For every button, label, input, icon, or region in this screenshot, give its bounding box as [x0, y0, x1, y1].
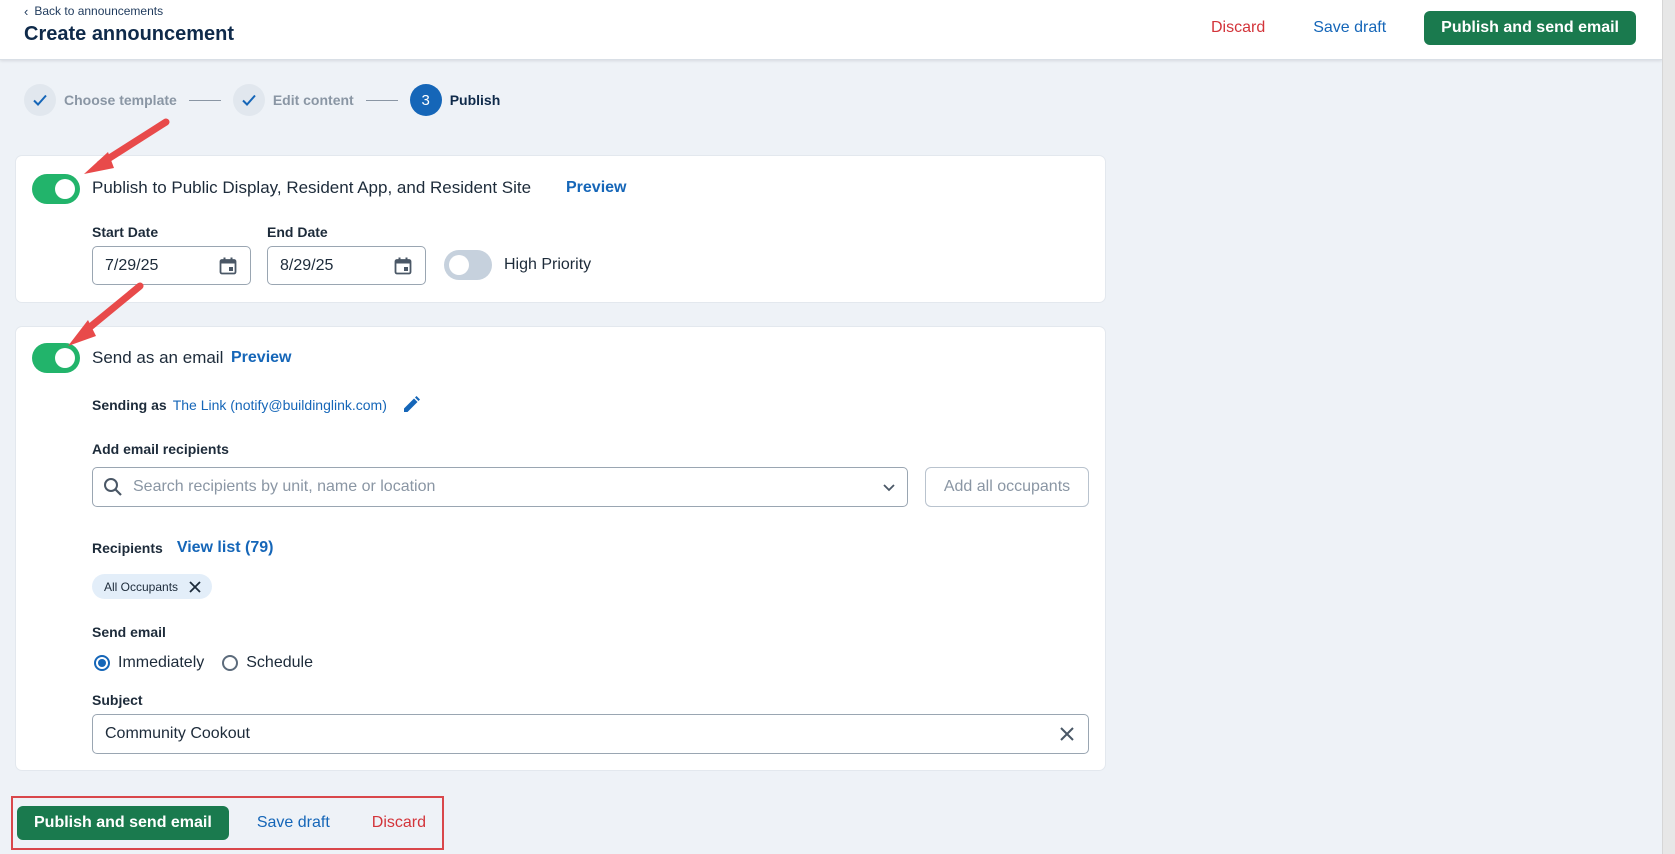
close-icon[interactable] [188, 580, 202, 594]
step-label: Choose template [64, 92, 177, 108]
radio-label: Immediately [118, 654, 205, 671]
radio-immediately[interactable]: Immediately [94, 654, 204, 672]
page-scrollbar[interactable] [1662, 0, 1675, 854]
back-link-label: Back to announcements [34, 4, 164, 18]
search-placeholder: Search recipients by unit, name or locat… [133, 478, 436, 495]
pencil-icon[interactable] [401, 395, 421, 415]
subject-value: Community Cookout [105, 725, 250, 742]
chip-label: All Occupants [104, 579, 179, 594]
discard-button[interactable]: Discard [362, 806, 436, 840]
sending-as: Sending as The Link (notify@buildinglink… [92, 395, 421, 415]
check-icon [24, 84, 56, 116]
step-label: Edit content [272, 92, 354, 108]
add-all-occupants-button[interactable]: Add all occupants [925, 467, 1089, 507]
start-date-input[interactable]: 7/29/25 [92, 246, 251, 285]
chevron-left-icon: ‹ [24, 3, 29, 19]
high-priority-toggle[interactable] [444, 250, 492, 280]
search-icon [104, 478, 122, 496]
recipient-chip: All Occupants [92, 574, 213, 599]
send-email-options: Immediately Schedule [94, 654, 313, 672]
publish-toggle[interactable] [32, 174, 80, 204]
save-draft-button[interactable]: Save draft [247, 806, 340, 840]
radio-dot [222, 655, 239, 671]
end-date-label: End Date [267, 224, 328, 240]
step-number: 3 [409, 84, 442, 116]
end-date-value: 8/29/25 [280, 256, 334, 274]
view-list-link[interactable]: View list (79) [177, 539, 274, 557]
recipients-search-input[interactable]: Search recipients by unit, name or locat… [92, 467, 908, 507]
radio-label: Schedule [246, 654, 313, 671]
start-date-label: Start Date [92, 224, 159, 240]
sending-as-value: The Link (notify@buildinglink.com) [172, 397, 387, 413]
top-bar: ‹ Back to announcements Create announcem… [0, 0, 1662, 60]
step-connector [365, 99, 398, 101]
annotation-arrow-icon [84, 118, 170, 174]
recipients-label: Recipients [92, 540, 163, 556]
publish-and-send-email-button[interactable]: Publish and send email [17, 806, 229, 840]
bottom-action-bar: Publish and send email Save draft Discar… [11, 796, 444, 850]
back-to-announcements-link[interactable]: ‹ Back to announcements [24, 4, 163, 18]
publish-and-send-email-button[interactable]: Publish and send email [1424, 11, 1636, 45]
send-email-label: Send email [92, 624, 166, 640]
step-edit-content[interactable]: Edit content [232, 84, 354, 116]
calendar-icon[interactable] [393, 256, 413, 276]
email-preview-link[interactable]: Preview [231, 349, 291, 367]
page-title: Create announcement [24, 23, 235, 45]
annotation-arrow-icon [68, 282, 144, 346]
publish-card: Publish to Public Display, Resident App,… [16, 156, 1105, 302]
radio-dot [94, 655, 110, 671]
top-actions: Discard Save draft Publish and send emai… [1201, 11, 1636, 45]
check-icon [232, 84, 265, 116]
radio-schedule[interactable]: Schedule [222, 654, 313, 672]
step-connector [188, 99, 221, 101]
email-card: Send as an email Preview Sending as The … [16, 327, 1105, 770]
save-draft-button[interactable]: Save draft [1303, 11, 1396, 45]
high-priority-label: High Priority [504, 256, 592, 273]
discard-button[interactable]: Discard [1201, 11, 1275, 45]
step-publish: 3 Publish [409, 84, 501, 116]
subject-input[interactable]: Community Cookout [92, 714, 1089, 754]
add-recipients-label: Add email recipients [92, 441, 229, 457]
publish-preview-link[interactable]: Preview [566, 179, 626, 197]
end-date-input[interactable]: 8/29/25 [267, 246, 426, 285]
sending-as-label: Sending as [92, 397, 167, 413]
recipients-row: Recipients View list (79) [92, 539, 273, 557]
close-icon[interactable] [1058, 725, 1076, 743]
step-label: Publish [449, 92, 501, 108]
calendar-icon[interactable] [218, 256, 238, 276]
chevron-down-icon[interactable] [881, 479, 897, 495]
subject-label: Subject [92, 692, 143, 708]
start-date-value: 7/29/25 [105, 256, 159, 274]
